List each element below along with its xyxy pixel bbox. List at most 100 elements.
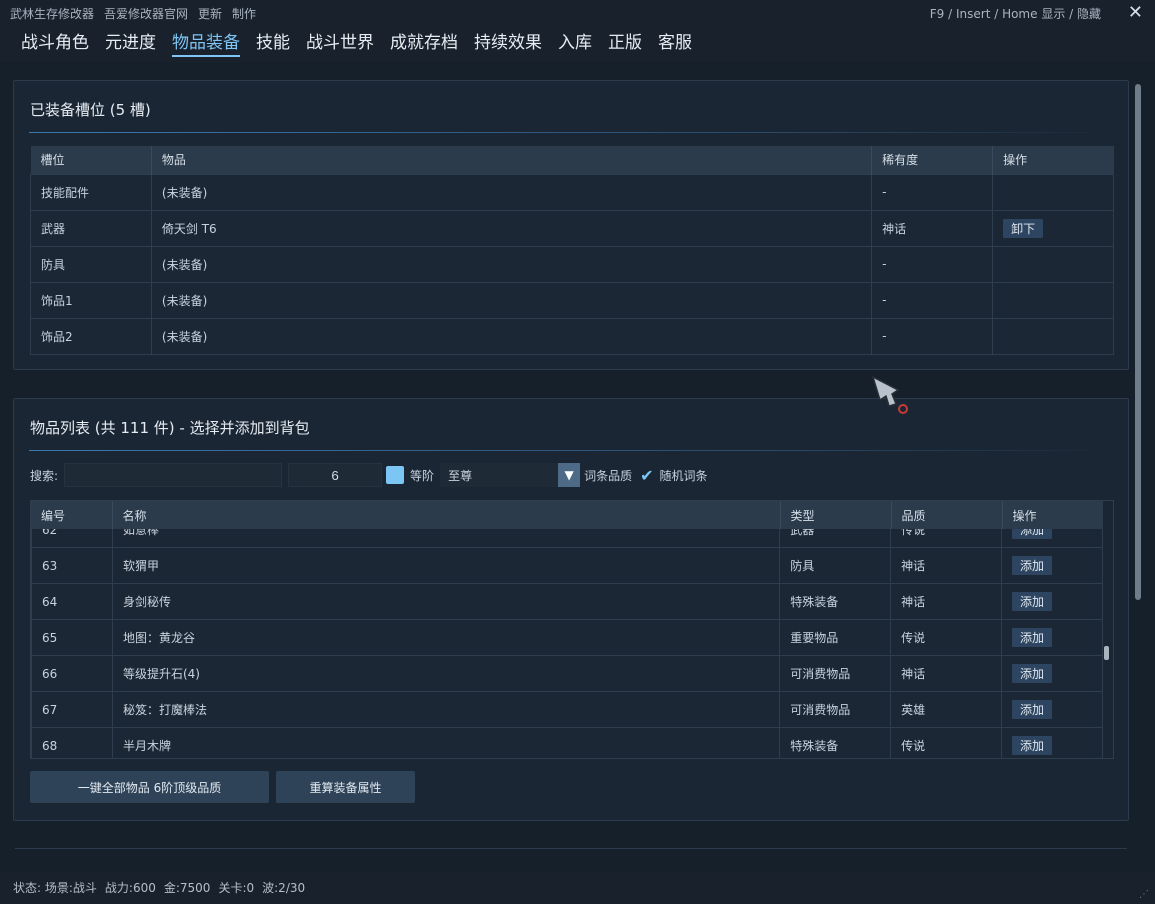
title-divider	[29, 450, 1089, 451]
table-row[interactable]: 68 半月木牌 特殊装备 传说 添加	[31, 727, 1103, 758]
unequip-button[interactable]: 卸下	[1003, 218, 1044, 238]
add-all-items-button[interactable]: 一键全部物品 6阶顶级品质	[30, 771, 269, 803]
table-row[interactable]: 63 软猬甲 防具 神话 添加	[31, 547, 1103, 584]
random-affix-label[interactable]: 随机词条	[659, 467, 707, 484]
main-tabs: 战斗角色 元进度 物品装备 技能 战斗世界 成就存档 持续效果 入库 正版 客服	[21, 28, 692, 57]
item-quality: 神话	[890, 583, 1003, 620]
tab-buffs[interactable]: 持续效果	[474, 28, 542, 57]
add-button[interactable]: 添加	[1012, 556, 1053, 575]
recalc-equipment-button[interactable]: 重算装备属性	[276, 771, 415, 803]
title-bar: 武林生存修改器 吾爱修改器官网 更新 制作 F9 / Insert / Home…	[0, 0, 1155, 24]
item-name: 地图：黄龙谷	[111, 619, 781, 656]
slot-rarity: -	[871, 245, 994, 283]
tab-genuine[interactable]: 正版	[608, 28, 642, 57]
itemlist-panel: 物品列表 (共 111 件) - 选择并添加到背包 搜索: 等阶 至尊 ▼ 词条…	[13, 398, 1129, 821]
table-row[interactable]: 防具 (未装备) -	[30, 245, 1114, 283]
item-type: 重要物品	[779, 619, 892, 656]
item-id: 65	[31, 619, 113, 656]
item-table-body: 62 如意棒 武器 传说 添加 63 软猬甲 防具 神话 添加 64 身剑秘传 …	[31, 511, 1103, 758]
hotkey-hint: F9 / Insert / Home 显示 / 隐藏	[929, 7, 1101, 21]
item-quality: 传说	[890, 727, 1003, 758]
item-list[interactable]: 62 如意棒 武器 传说 添加 63 软猬甲 防具 神话 添加 64 身剑秘传 …	[30, 500, 1114, 759]
table-row[interactable]: 65 地图：黄龙谷 重要物品 传说 添加	[31, 619, 1103, 656]
col-action: 操作	[992, 146, 1114, 174]
status-wave: 波:2/30	[262, 881, 306, 895]
cursor-icon	[872, 376, 908, 414]
tier-input[interactable]	[288, 463, 383, 487]
item-table-header: 编号 名称 类型 品质 操作	[31, 501, 1103, 529]
slot-action: 卸下	[992, 209, 1114, 247]
tab-support[interactable]: 客服	[658, 28, 692, 57]
item-type: 特殊装备	[779, 583, 892, 620]
col-quality: 品质	[891, 501, 1003, 529]
slot-rarity: -	[871, 317, 994, 355]
slot-name: 饰品2	[30, 317, 152, 355]
search-input[interactable]	[64, 463, 283, 487]
equipped-table: 槽位 物品 稀有度 操作 技能配件 (未装备) - 武器 倚天剑 T6 神话 卸…	[30, 146, 1114, 355]
item-action: 添加	[1001, 547, 1103, 584]
add-button[interactable]: 添加	[1012, 628, 1053, 647]
page-scrollbar[interactable]	[1135, 84, 1141, 600]
title-divider	[29, 132, 1089, 133]
tab-items-equipment[interactable]: 物品装备	[172, 28, 240, 57]
table-row[interactable]: 64 身剑秘传 特殊装备 神话 添加	[31, 583, 1103, 620]
section-divider	[15, 848, 1127, 849]
add-button[interactable]: 添加	[1012, 592, 1053, 611]
slot-item: (未装备)	[150, 173, 873, 211]
resize-grip-icon[interactable]: ⋰	[1139, 889, 1149, 900]
tab-achievements-saves[interactable]: 成就存档	[390, 28, 458, 57]
affix-quality-label: 词条品质	[584, 468, 633, 483]
tab-meta-progress[interactable]: 元进度	[105, 28, 156, 57]
item-type: 防具	[779, 547, 892, 584]
link-update[interactable]: 更新	[198, 5, 222, 22]
chevron-down-icon[interactable]: ▼	[558, 463, 581, 487]
slot-name: 技能配件	[30, 173, 152, 211]
item-name: 软猬甲	[111, 547, 781, 584]
slot-name: 饰品1	[30, 281, 152, 319]
content-area: 已装备槽位 (5 槽) 槽位 物品 稀有度 操作 技能配件 (未装备) - 武器…	[0, 62, 1155, 872]
table-row[interactable]: 饰品2 (未装备) -	[30, 317, 1114, 355]
tab-battle-world[interactable]: 战斗世界	[306, 28, 374, 57]
item-id: 63	[31, 547, 113, 584]
slot-action	[992, 245, 1114, 283]
slot-rarity: 神话	[871, 209, 994, 247]
quality-select[interactable]: 至尊 ▼	[440, 463, 581, 487]
link-official-site[interactable]: 吾爱修改器官网	[104, 5, 188, 22]
list-scrollbar[interactable]	[1104, 646, 1109, 660]
slot-item: (未装备)	[150, 317, 873, 355]
item-quality: 神话	[890, 655, 1003, 692]
col-type: 类型	[780, 501, 892, 529]
item-type: 可消费物品	[779, 691, 892, 728]
item-id: 64	[31, 583, 113, 620]
close-icon[interactable]: ✕	[1128, 2, 1143, 23]
item-id: 66	[31, 655, 113, 692]
status-bar: 状态: 场景:战斗 战力:600 金:7500 关卡:0 波:2/30	[13, 879, 305, 896]
add-button[interactable]: 添加	[1012, 664, 1053, 683]
status-power: 战力:600	[104, 881, 156, 895]
top-links: 武林生存修改器 吾爱修改器官网 更新 制作	[10, 5, 256, 22]
item-id: 68	[31, 727, 113, 758]
col-item: 物品	[151, 146, 873, 174]
table-row[interactable]: 66 等级提升石(4) 可消费物品 神话 添加	[31, 655, 1103, 692]
table-row[interactable]: 武器 倚天剑 T6 神话 卸下	[30, 209, 1114, 247]
tab-warehouse[interactable]: 入库	[558, 28, 592, 57]
equipped-title: 已装备槽位 (5 槽)	[30, 101, 151, 119]
tier-checkbox[interactable]	[386, 466, 405, 484]
link-credits[interactable]: 制作	[232, 5, 256, 22]
tier-label: 等阶	[410, 468, 435, 483]
item-action: 添加	[1001, 655, 1103, 692]
table-row[interactable]: 67 秘笈：打魔棒法 可消费物品 英雄 添加	[31, 691, 1103, 728]
link-app-name[interactable]: 武林生存修改器	[10, 5, 94, 22]
slot-action	[992, 173, 1114, 211]
add-button[interactable]: 添加	[1012, 736, 1053, 755]
slot-item: 倚天剑 T6	[150, 209, 873, 247]
tab-skills[interactable]: 技能	[256, 28, 290, 57]
table-row[interactable]: 饰品1 (未装备) -	[30, 281, 1114, 319]
table-row[interactable]: 技能配件 (未装备) -	[30, 173, 1114, 211]
checkmark-icon[interactable]: ✔	[640, 466, 653, 485]
tab-battle-character[interactable]: 战斗角色	[21, 28, 89, 57]
item-quality: 传说	[890, 619, 1003, 656]
add-button[interactable]: 添加	[1012, 700, 1053, 719]
slot-action	[992, 317, 1114, 355]
col-id: 编号	[31, 501, 113, 529]
